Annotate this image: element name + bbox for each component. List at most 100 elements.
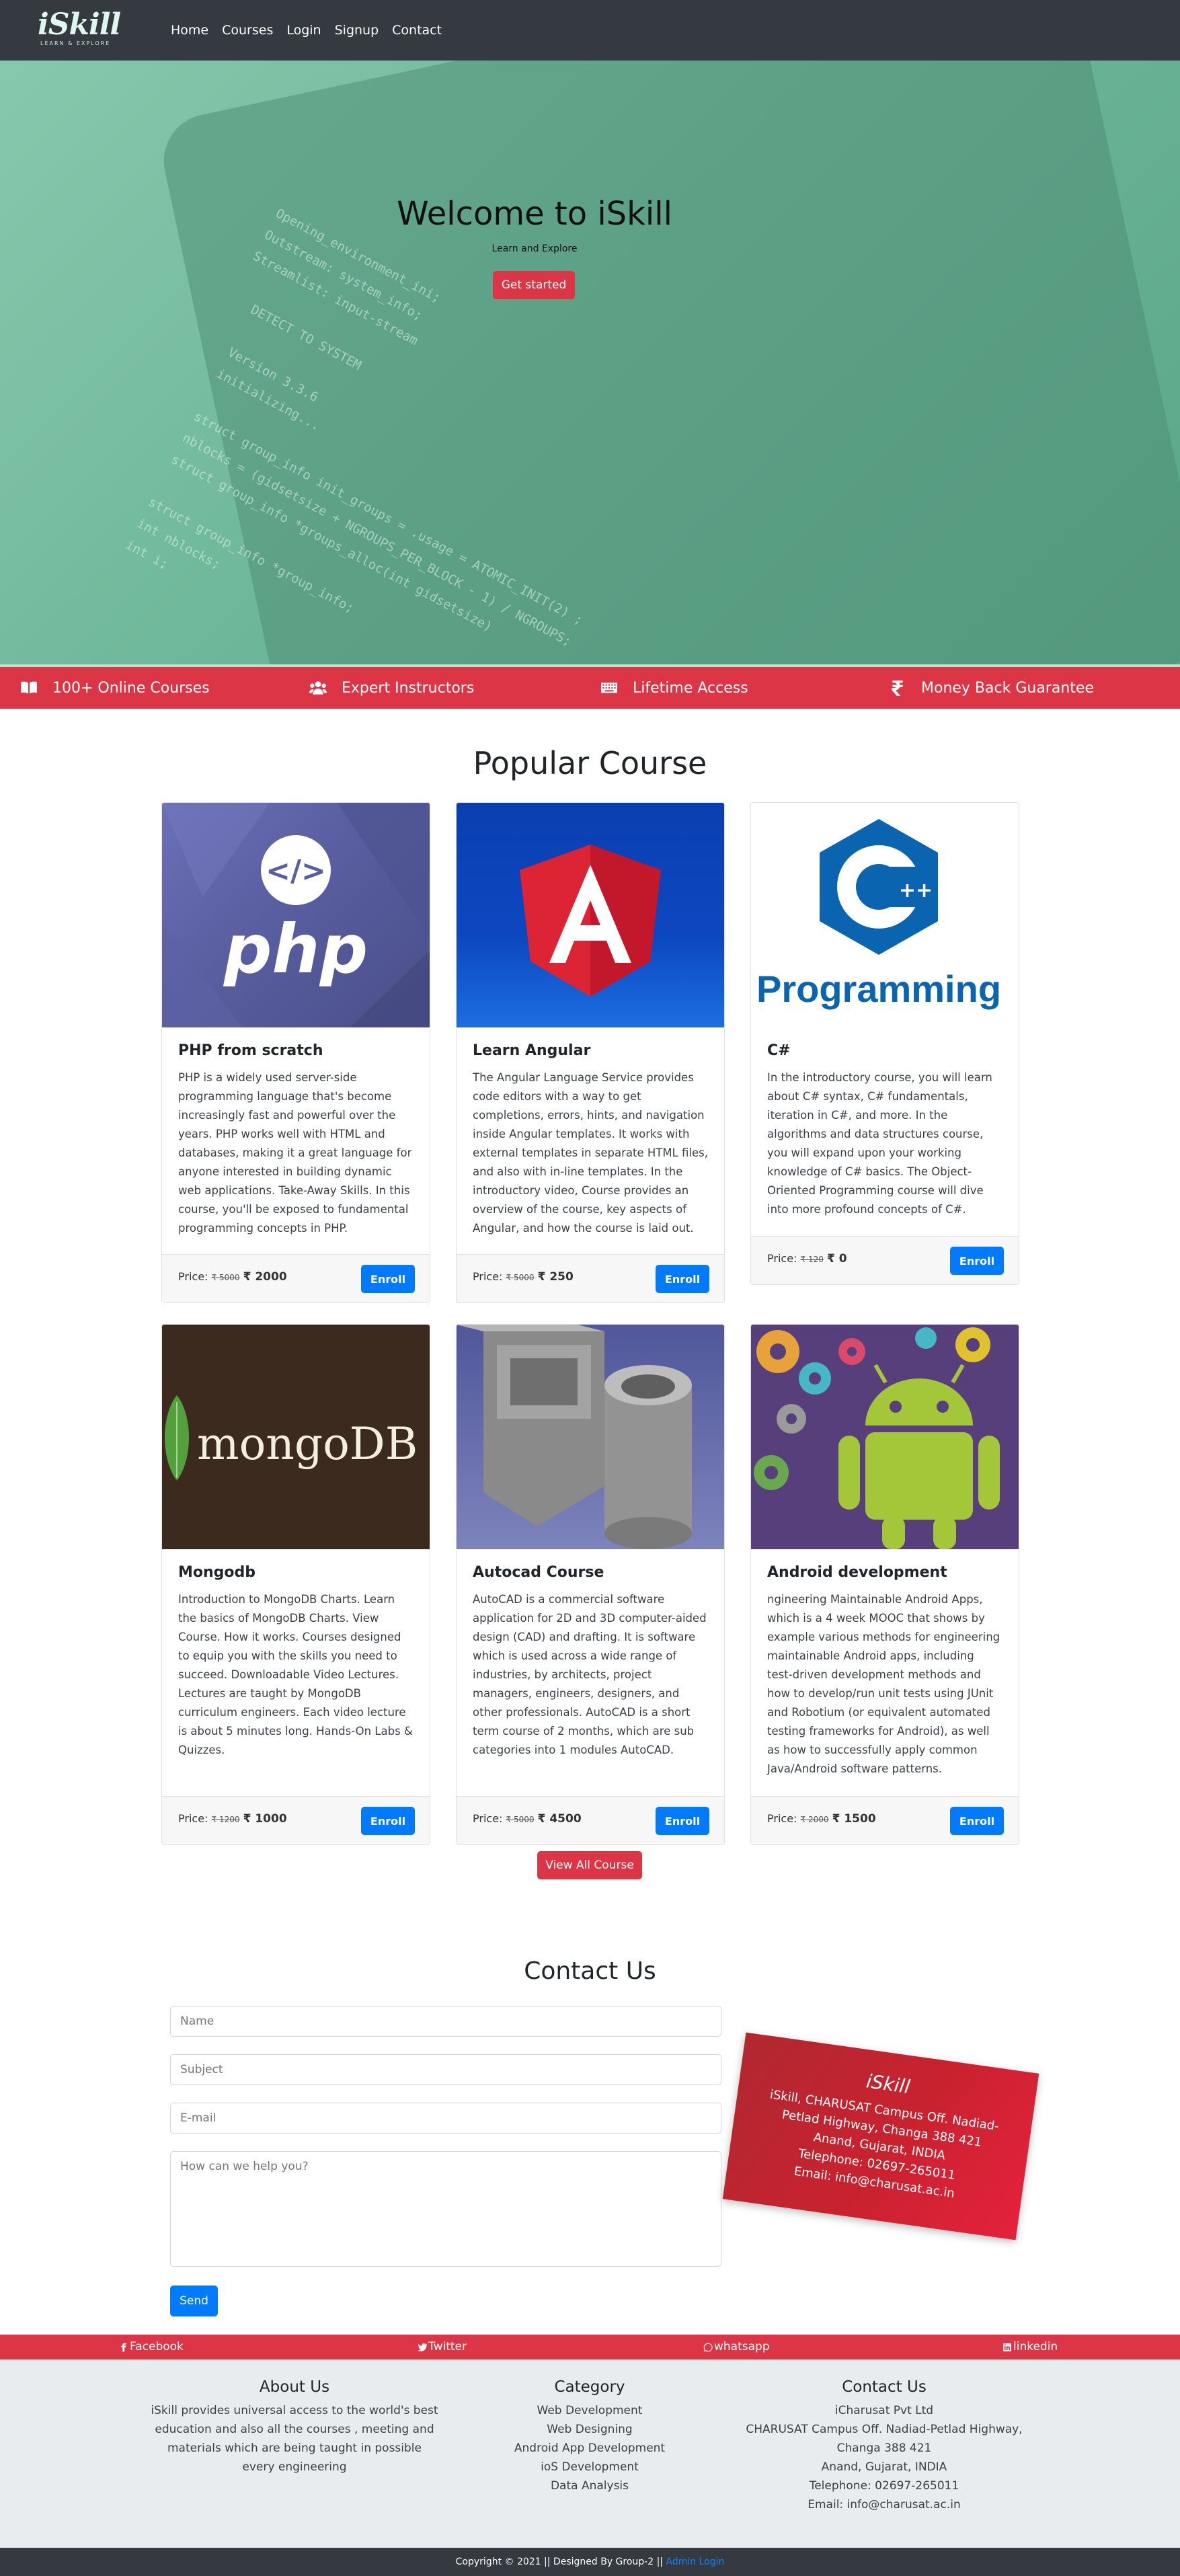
- new-price: ₹ 0: [826, 1252, 847, 1265]
- nav-login[interactable]: Login: [280, 20, 327, 40]
- contact-info-card: iSkill iSkill, CHARUSAT Campus Off. Nadi…: [722, 2032, 1039, 2240]
- hero-subtitle: Learn and Explore: [491, 243, 578, 254]
- about-line: materials which are being taught in poss…: [167, 2442, 422, 2455]
- category-item[interactable]: Data Analysis: [489, 2476, 691, 2495]
- feature-label: Lifetime Access: [633, 679, 748, 697]
- email-input[interactable]: [170, 2103, 721, 2134]
- card-body: Autocad Course AutoCAD is a commercial s…: [457, 1549, 724, 1760]
- keyboard-icon: [601, 682, 617, 693]
- course-image-android: [751, 1325, 1019, 1549]
- course-price: Price: ₹ 2000 ₹ 1500: [767, 1812, 876, 1826]
- course-image-php: </> php: [162, 803, 430, 1027]
- footer-category: Category Web Development Web Designing A…: [489, 2378, 691, 2495]
- course-price: Price: ₹ 1200 ₹ 1000: [178, 1812, 287, 1826]
- price-label: Price:: [473, 1270, 503, 1283]
- autocad-3d-part: [457, 1325, 692, 1549]
- contact-line: Changa 388 421: [836, 2442, 932, 2455]
- nav-home[interactable]: Home: [164, 20, 215, 40]
- card-footer: Price: ₹ 120 ₹ 0 Enroll: [751, 1236, 1019, 1284]
- main-nav: Home Courses Login Signup Contact: [164, 20, 448, 40]
- linkedin-label: linkedin: [1013, 2340, 1058, 2353]
- name-input[interactable]: [170, 2006, 721, 2037]
- footer-contact: Contact Us iCharusat Pvt Ltd CHARUSAT Ca…: [736, 2378, 1032, 2514]
- about-line: every engineering: [242, 2460, 347, 2474]
- linkedin-link[interactable]: linkedin: [1002, 2335, 1058, 2359]
- message-textarea[interactable]: [170, 2151, 721, 2267]
- new-price: ₹ 1500: [832, 1812, 876, 1826]
- logo-text: iSkill: [38, 7, 121, 42]
- site-logo[interactable]: iSkill LEARN & EXPLORE: [38, 7, 121, 51]
- old-price: ₹ 5000: [211, 1273, 240, 1282]
- get-started-button[interactable]: Get started: [493, 271, 575, 299]
- feature-label: 100+ Online Courses: [52, 679, 210, 697]
- nav-signup[interactable]: Signup: [328, 20, 386, 40]
- course-title: Android development: [767, 1564, 947, 1581]
- whatsapp-link[interactable]: whatsapp: [703, 2335, 770, 2359]
- rupee-icon: [892, 680, 903, 696]
- enroll-button[interactable]: Enroll: [361, 1807, 415, 1835]
- contact-title: Contact Us: [524, 1957, 656, 1985]
- about-line: iSkill provides universal access to the …: [151, 2404, 438, 2417]
- card-body: Android development ngineering Maintaina…: [751, 1549, 1019, 1779]
- card-footer: Price: ₹ 5000 ₹ 250 Enroll: [457, 1254, 724, 1302]
- enroll-button[interactable]: Enroll: [950, 1807, 1004, 1835]
- course-image-mongodb: mongoDB: [162, 1325, 430, 1549]
- course-title: Learn Angular: [473, 1042, 591, 1059]
- nav-courses[interactable]: Courses: [215, 20, 280, 40]
- twitter-icon: [418, 2343, 427, 2351]
- feature-expert-instructors: Expert Instructors: [309, 667, 474, 709]
- whatsapp-label: whatsapp: [714, 2340, 770, 2353]
- enroll-button[interactable]: Enroll: [656, 1807, 709, 1835]
- card-footer: Price: ₹ 1200 ₹ 1000 Enroll: [162, 1796, 430, 1844]
- send-button[interactable]: Send: [170, 2286, 218, 2316]
- course-description: AutoCAD is a commercial software applica…: [473, 1593, 707, 1756]
- course-card-angular: Learn Angular The Angular Language Servi…: [456, 802, 725, 1303]
- copyright-bar: Copyright © 2021 || Designed By Group-2 …: [0, 2548, 1180, 2576]
- book-icon: [21, 681, 37, 694]
- svg-text:++: ++: [899, 879, 933, 902]
- course-image-angular: [457, 803, 724, 1027]
- navbar: iSkill LEARN & EXPLORE Home Courses Logi…: [0, 0, 1180, 61]
- contact-line: Email: info@charusat.ac.in: [808, 2498, 961, 2511]
- category-item[interactable]: ioS Development: [489, 2458, 691, 2476]
- new-price: ₹ 2000: [243, 1270, 287, 1284]
- view-all-course-button[interactable]: View All Course: [537, 1851, 642, 1879]
- twitter-link[interactable]: Twitter: [418, 2335, 467, 2359]
- admin-login-link[interactable]: Admin Login: [666, 2557, 724, 2567]
- footer-about: About Us iSkill provides universal acces…: [147, 2378, 442, 2476]
- php-logo: </> php: [162, 803, 430, 1027]
- course-card-php: </> php PHP from scratch PHP is a widely…: [161, 802, 430, 1303]
- nav-contact[interactable]: Contact: [385, 20, 448, 40]
- logo-tagline: LEARN & EXPLORE: [40, 40, 111, 46]
- card-body: C# In the introductory course, you will …: [751, 1027, 1019, 1219]
- course-title: Autocad Course: [473, 1564, 604, 1581]
- mongodb-logo: mongoDB: [165, 1395, 418, 1481]
- angular-logo: [520, 845, 661, 997]
- course-image-autocad: [457, 1325, 724, 1549]
- contact-line: CHARUSAT Campus Off. Nadiad-Petlad Highw…: [746, 2423, 1023, 2436]
- course-price: Price: ₹ 120 ₹ 0: [767, 1252, 847, 1265]
- category-item[interactable]: Android App Development: [489, 2439, 691, 2458]
- features-bar: 100+ Online Courses Expert Instructors L…: [0, 667, 1180, 709]
- category-title: Category: [554, 2378, 625, 2396]
- hero-title: Welcome to iSkill: [397, 195, 672, 233]
- feature-online-courses: 100+ Online Courses: [20, 667, 210, 709]
- subject-input[interactable]: [170, 2054, 721, 2085]
- enroll-button[interactable]: Enroll: [950, 1247, 1004, 1275]
- category-item[interactable]: Web Designing: [489, 2420, 691, 2439]
- whatsapp-icon: [703, 2343, 713, 2351]
- course-card-autocad: Autocad Course AutoCAD is a commercial s…: [456, 1324, 725, 1845]
- new-price: ₹ 250: [537, 1270, 574, 1284]
- facebook-link[interactable]: Facebook: [119, 2335, 184, 2359]
- price-label: Price:: [473, 1812, 503, 1825]
- card-body: PHP from scratch PHP is a widely used se…: [162, 1027, 430, 1238]
- copyright-text: Copyright © 2021 || Designed By Group-2 …: [455, 2557, 664, 2567]
- contact-line: iCharusat Pvt Ltd: [834, 2404, 934, 2417]
- facebook-label: Facebook: [130, 2340, 184, 2353]
- enroll-button[interactable]: Enroll: [361, 1265, 415, 1293]
- category-item[interactable]: Web Development: [489, 2401, 691, 2420]
- footer-info: About Us iSkill provides universal acces…: [0, 2359, 1180, 2548]
- course-description: Introduction to MongoDB Charts. Learn th…: [178, 1593, 413, 1756]
- enroll-button[interactable]: Enroll: [656, 1265, 709, 1293]
- feature-label: Money Back Guarantee: [921, 679, 1094, 697]
